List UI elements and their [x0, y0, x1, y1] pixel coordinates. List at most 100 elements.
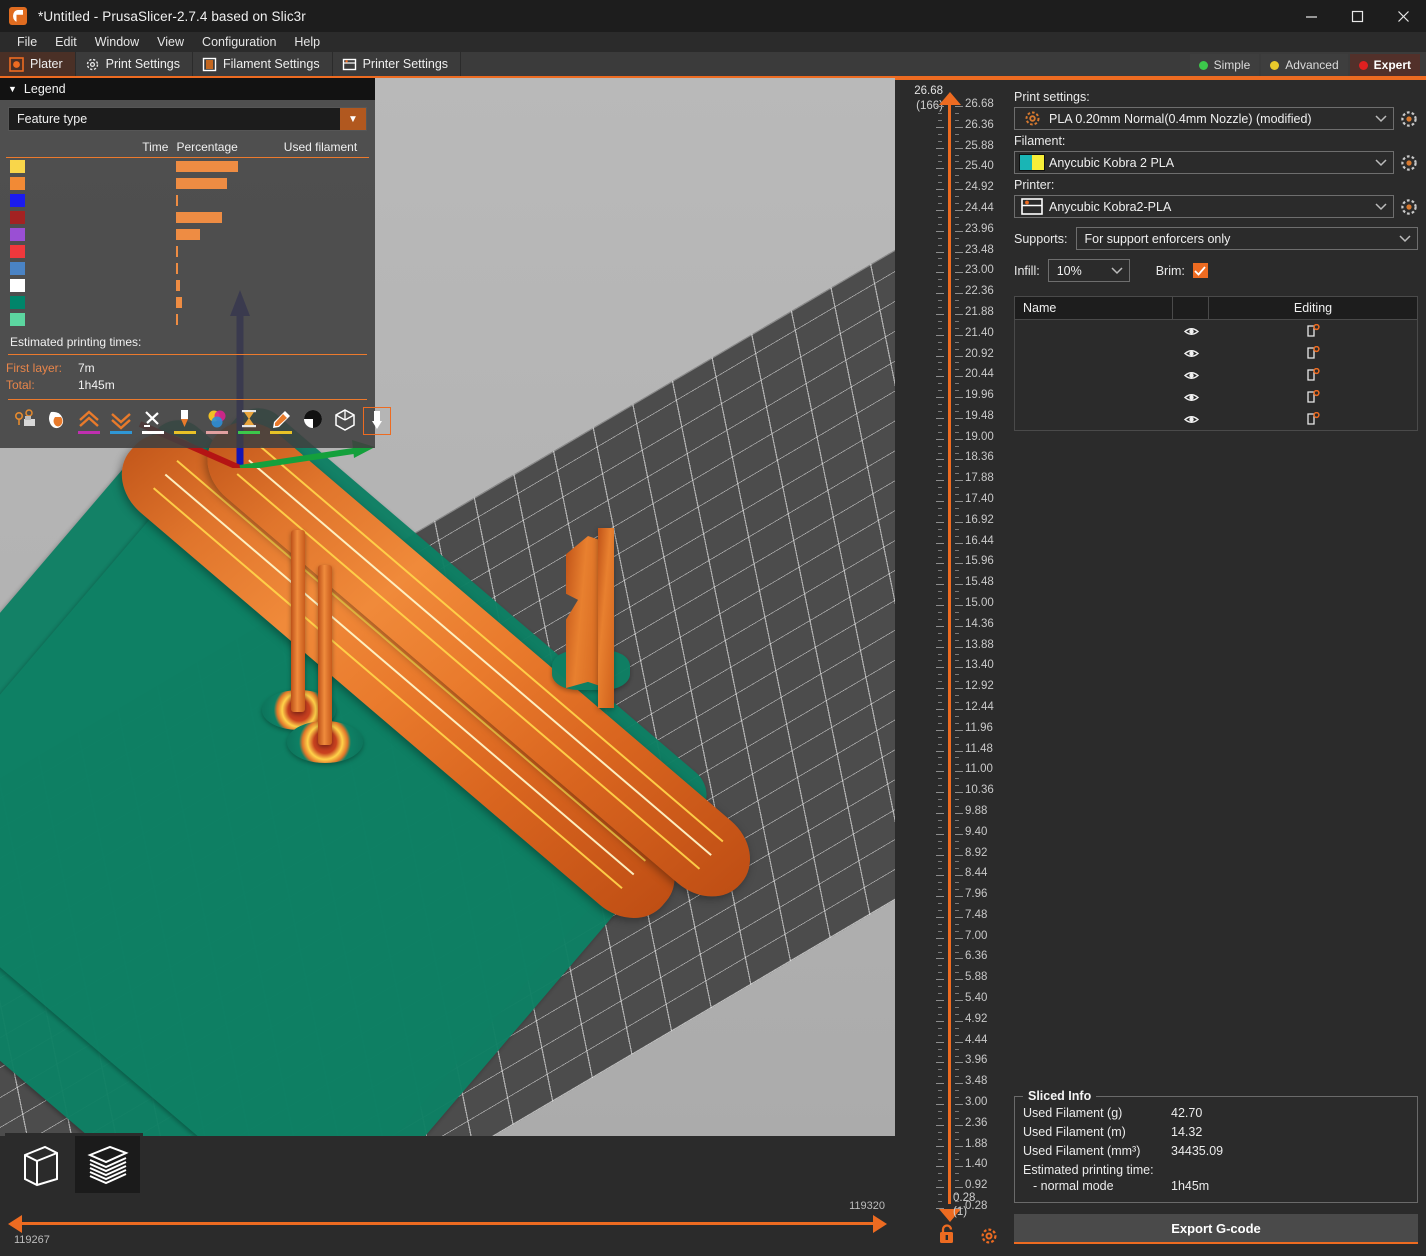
edit-icon[interactable]	[1209, 368, 1417, 382]
tab-plater[interactable]: Plater	[0, 52, 76, 76]
legend-row[interactable]	[6, 277, 369, 294]
menu-item-configuration[interactable]: Configuration	[193, 33, 285, 51]
shells-down-icon[interactable]	[108, 408, 134, 434]
close-icon[interactable]	[1380, 0, 1426, 32]
view-type-select[interactable]: Feature type ▼	[8, 107, 367, 131]
print-settings-combo[interactable]: PLA 0.20mm Normal(0.4mm Nozzle) (modifie…	[1014, 107, 1394, 130]
brim-checkbox[interactable]	[1193, 263, 1208, 278]
seams-icon[interactable]	[172, 408, 198, 434]
legend-toggle-icon[interactable]	[300, 408, 326, 434]
eye-icon[interactable]	[1173, 326, 1209, 337]
menu-item-help[interactable]: Help	[285, 33, 329, 51]
edit-icon[interactable]	[1209, 324, 1417, 338]
filament-edit-gear-icon[interactable]	[1400, 154, 1418, 172]
legend-feature-percentage	[244, 243, 280, 260]
chevron-down-icon[interactable]: ▼	[340, 108, 366, 130]
legend-row[interactable]	[6, 209, 369, 226]
legend-row[interactable]	[6, 260, 369, 277]
chevron-down-icon[interactable]	[1105, 267, 1129, 275]
eye-icon[interactable]	[1173, 370, 1209, 381]
custom-gcode-icon[interactable]	[268, 408, 294, 434]
legend-row[interactable]	[6, 243, 369, 260]
chevron-down-icon[interactable]	[1369, 159, 1393, 167]
object-list-row[interactable]	[1015, 408, 1417, 430]
mode-simple-button[interactable]: Simple	[1190, 54, 1260, 76]
filament-combo[interactable]: Anycubic Kobra 2 PLA	[1014, 151, 1394, 174]
supports-combo[interactable]: For support enforcers only	[1076, 227, 1418, 250]
eye-icon[interactable]	[1173, 414, 1209, 425]
tab-printer-settings[interactable]: Printer Settings	[333, 52, 461, 76]
tool-position-icon[interactable]	[364, 408, 390, 434]
chevron-down-icon[interactable]	[1369, 203, 1393, 211]
legend-row[interactable]	[6, 192, 369, 209]
layer-minor-tick	[938, 217, 942, 218]
infill-combo[interactable]: 10%	[1048, 259, 1130, 282]
legend-row[interactable]	[6, 311, 369, 328]
layer-tick-mark	[936, 376, 944, 377]
menu-item-view[interactable]: View	[148, 33, 193, 51]
collapse-caret-icon[interactable]: ▼	[8, 84, 17, 94]
layer-slider-rail[interactable]	[948, 104, 951, 1204]
printed-pin-1	[291, 530, 305, 712]
edit-icon[interactable]	[1209, 412, 1417, 426]
chevron-down-icon[interactable]	[1393, 235, 1417, 243]
maximize-icon[interactable]	[1334, 0, 1380, 32]
layer-tick-mark	[955, 189, 963, 190]
legend-feature-time	[138, 277, 172, 294]
edit-icon[interactable]	[1209, 390, 1417, 404]
layer-minor-tick	[938, 279, 942, 280]
tab-filament-settings[interactable]: Filament Settings	[193, 52, 333, 76]
object-list-row[interactable]	[1015, 364, 1417, 386]
menu-item-window[interactable]: Window	[86, 33, 148, 51]
preview-layers-view-button[interactable]	[75, 1136, 140, 1193]
edit-icon[interactable]	[1209, 346, 1417, 360]
minimize-icon[interactable]	[1288, 0, 1334, 32]
retractions-icon[interactable]	[44, 408, 70, 434]
layer-tick-label: 14.36	[965, 618, 994, 630]
editor-3d-view-button[interactable]	[8, 1136, 73, 1193]
layer-minor-tick	[955, 660, 959, 661]
chevron-down-icon[interactable]	[1369, 115, 1393, 123]
legend-row[interactable]	[6, 226, 369, 243]
layer-minor-tick	[955, 716, 959, 717]
legend-row[interactable]	[6, 158, 369, 176]
tab-print-settings[interactable]: Print Settings	[76, 52, 193, 76]
layer-tick-mark	[936, 168, 944, 169]
mode-expert-button[interactable]: Expert	[1350, 54, 1420, 76]
object-list-row[interactable]	[1015, 320, 1417, 342]
layer-slider-upper-handle[interactable]	[939, 92, 961, 105]
moves-slider-right-handle[interactable]	[873, 1215, 887, 1233]
eye-icon[interactable]	[1173, 392, 1209, 403]
printer-combo[interactable]: Anycubic Kobra2-PLA	[1014, 195, 1394, 218]
menu-item-edit[interactable]: Edit	[46, 33, 86, 51]
layer-tick-mark	[936, 335, 944, 336]
legend-header[interactable]: ▼ Legend	[0, 78, 375, 100]
time-estimate-icon[interactable]	[236, 408, 262, 434]
tool-marker-icon[interactable]	[140, 408, 166, 434]
layer-minor-tick	[938, 924, 942, 925]
eye-icon[interactable]	[1173, 348, 1209, 359]
unlocked-padlock-icon[interactable]	[937, 1223, 957, 1250]
legend-row[interactable]	[6, 175, 369, 192]
color-print-icon[interactable]	[204, 408, 230, 434]
menu-item-file[interactable]: File	[8, 33, 46, 51]
legend-feature-name	[29, 260, 138, 277]
gear-icon[interactable]	[980, 1227, 998, 1250]
moves-slider-left-handle[interactable]	[8, 1215, 22, 1233]
moves-slider-track[interactable]	[22, 1222, 873, 1225]
bounding-box-icon[interactable]	[332, 408, 358, 434]
layer-minor-tick	[938, 265, 942, 266]
printer-edit-gear-icon[interactable]	[1400, 198, 1418, 216]
export-gcode-button[interactable]: Export G-code	[1014, 1214, 1418, 1244]
layer-minor-tick	[938, 1180, 942, 1181]
object-list-row[interactable]	[1015, 342, 1417, 364]
print-settings-edit-gear-icon[interactable]	[1400, 110, 1418, 128]
moves-slider[interactable]: 119320 119267	[0, 1196, 895, 1256]
travel-icon[interactable]	[12, 408, 38, 434]
shells-up-icon[interactable]	[76, 408, 102, 434]
layer-slider[interactable]: 26.68 (166) 26.6826.3625.8825.4024.9224.…	[895, 78, 1006, 1256]
legend-row[interactable]	[6, 294, 369, 311]
mode-advanced-button[interactable]: Advanced	[1261, 54, 1347, 76]
object-list-row[interactable]	[1015, 386, 1417, 408]
legend-feature-length	[280, 294, 325, 311]
